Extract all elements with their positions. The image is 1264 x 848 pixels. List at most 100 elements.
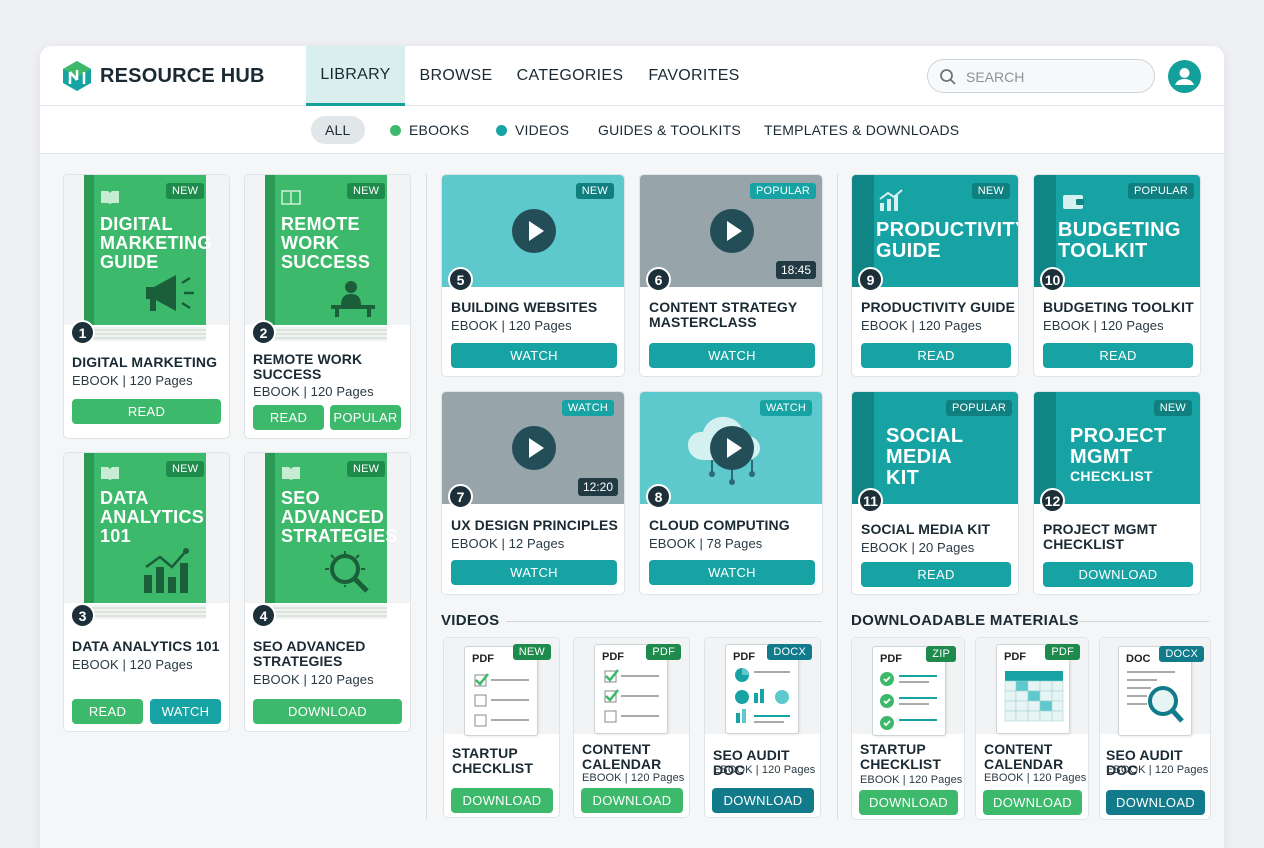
filter-bar: ALL EBOOKS VIDEOS GUIDES & TOOLKITS TEMP… xyxy=(40,106,1224,154)
video-card[interactable]: WATCH 12:20 7 UX DESIGN PRINCIPLES EBOOK… xyxy=(441,391,625,595)
download-button[interactable]: DOWNLOAD xyxy=(1106,790,1205,815)
book-pages xyxy=(76,327,206,341)
book-cover-title: SEO ADVANCED STRATEGIES xyxy=(281,488,398,546)
download-button[interactable]: DOWNLOAD xyxy=(859,790,958,815)
read-button[interactable]: READ xyxy=(1043,343,1193,368)
book-icon xyxy=(282,467,300,480)
guide-cover-title: BUDGETING TOOLKIT xyxy=(1058,219,1181,262)
card-title: DIGITAL MARKETING xyxy=(72,354,218,370)
play-icon[interactable] xyxy=(710,426,754,470)
ebook-card[interactable]: DIGITAL MARKETING GUIDE NEW 1 DIGITAL MA… xyxy=(63,174,230,439)
video-card[interactable]: POPULAR 18:45 6 CONTENT STRATEGY MASTERC… xyxy=(639,174,823,377)
checklist-icon xyxy=(474,673,529,727)
card-title: BUDGETING TOOLKIT xyxy=(1043,299,1194,315)
book-open-icon xyxy=(281,190,301,205)
download-card[interactable]: PDF NEW STARTUP CHECKLIST DOWNLOAD xyxy=(443,637,560,818)
card-meta: EBOOK | 120 Pages xyxy=(860,774,963,786)
filter-videos[interactable]: VIDEOS xyxy=(496,116,569,144)
document-search-icon xyxy=(1127,671,1184,723)
item-number: 9 xyxy=(858,267,883,292)
watch-button[interactable]: WATCH xyxy=(649,343,815,368)
guide-card[interactable]: BUDGETING TOOLKIT POPULAR 10 BUDGETING T… xyxy=(1033,174,1201,377)
card-title: SOCIAL MEDIA KIT xyxy=(861,521,991,537)
video-card[interactable]: WATCH 8 CLOUD COMPUTING EBOOK | 78 Pages… xyxy=(639,391,823,595)
checklist-icon xyxy=(604,669,659,723)
card-meta: EBOOK | 120 Pages xyxy=(72,657,193,672)
search-box[interactable] xyxy=(927,59,1155,93)
watch-button[interactable]: WATCH xyxy=(150,699,221,724)
popular-button[interactable]: POPULAR xyxy=(330,405,401,430)
user-icon xyxy=(1175,68,1194,85)
read-button[interactable]: READ xyxy=(72,399,221,424)
card-meta: EBOOK | 120 Pages xyxy=(713,764,816,776)
card-title: CONTENT CALENDAR xyxy=(582,741,662,772)
download-button[interactable]: DOWNLOAD xyxy=(983,790,1082,815)
ebook-card[interactable]: DATA ANALYTICS 101 NEW 3 DATA ANALYTICS … xyxy=(63,452,230,732)
new-badge: NEW xyxy=(166,183,205,199)
watch-button[interactable]: WATCH xyxy=(451,343,617,368)
filter-videos-label: VIDEOS xyxy=(515,122,570,138)
card-meta: EBOOK | 12 Pages xyxy=(451,536,565,551)
download-card[interactable]: PDF DOCX SEO AUDIT DOC EBOOK | 120 Pages… xyxy=(704,637,821,818)
book-cover-title: DATA ANALYTICS 101 xyxy=(100,488,205,546)
doc-type-label: PDF xyxy=(472,653,494,665)
play-icon[interactable] xyxy=(512,426,556,470)
book-spine xyxy=(84,453,94,603)
read-button[interactable]: READ xyxy=(861,343,1011,368)
item-number: 2 xyxy=(251,320,276,345)
user-avatar[interactable] xyxy=(1168,60,1201,93)
download-card[interactable]: PDF PDF CONTENT CALENDAR EBOOK | 120 Pag… xyxy=(573,637,690,818)
download-card[interactable]: PDF PDF CONTENT CALENDAR EBOOK | 120 Pag… xyxy=(975,637,1089,820)
person-desk-icon xyxy=(331,281,375,317)
item-number: 11 xyxy=(858,488,883,513)
filter-guides[interactable]: GUIDES & TOOLKITS xyxy=(598,116,741,144)
docx-badge: DOCX xyxy=(767,644,812,660)
book-spine xyxy=(265,175,275,325)
card-title: UX DESIGN PRINCIPLES xyxy=(451,517,618,533)
download-button[interactable]: DOWNLOAD xyxy=(581,788,683,813)
new-badge: NEW xyxy=(166,461,205,477)
book-cover-title: REMOTE WORK SUCCESS xyxy=(281,214,371,272)
guide-card[interactable]: PRODUCTIVITY GUIDE NEW 9 PRODUCTIVITY GU… xyxy=(851,174,1019,377)
download-button[interactable]: DOWNLOAD xyxy=(712,788,814,813)
nav-tab-browse[interactable]: BROWSE xyxy=(410,46,502,106)
download-button[interactable]: DOWNLOAD xyxy=(1043,562,1193,587)
video-duration: 12:20 xyxy=(577,478,618,496)
filter-templates[interactable]: TEMPLATES & DOWNLOADS xyxy=(764,116,959,144)
card-meta: EBOOK | 120 Pages xyxy=(451,318,572,333)
popular-badge: POPULAR xyxy=(1128,183,1194,199)
guide-cover-title: PRODUCTIVITY GUIDE xyxy=(876,219,1019,262)
watch-button[interactable]: WATCH xyxy=(649,560,815,585)
app-window: RESOURCE HUB LIBRARY BROWSE CATEGORIES F… xyxy=(40,46,1224,848)
nav-tab-library[interactable]: LIBRARY xyxy=(306,46,405,106)
read-button[interactable]: READ xyxy=(72,699,143,724)
ebook-card[interactable]: REMOTE WORK SUCCESS NEW 2 REMOTE WORK SU… xyxy=(244,174,411,439)
guide-card[interactable]: PROJECT MGMT CHECKLIST NEW 12 PROJECT MG… xyxy=(1033,391,1201,595)
item-number: 6 xyxy=(646,267,671,292)
book-spine xyxy=(265,453,275,603)
ebook-card[interactable]: SEO ADVANCED STRATEGIES NEW 4 SEO ADVANC… xyxy=(244,452,411,732)
nav-tab-categories[interactable]: CATEGORIES xyxy=(510,46,630,106)
column-divider xyxy=(837,174,838,819)
video-card[interactable]: NEW 5 BUILDING WEBSITES EBOOK | 120 Page… xyxy=(441,174,625,377)
card-meta: EBOOK | 120 Pages xyxy=(984,772,1087,784)
card-title: DATA ANALYTICS 101 xyxy=(72,638,220,654)
nav-tab-favorites[interactable]: FAVORITES xyxy=(640,46,748,106)
card-meta: EBOOK | 78 Pages xyxy=(649,536,763,551)
play-icon[interactable] xyxy=(512,209,556,253)
read-button[interactable]: READ xyxy=(253,405,324,430)
download-card[interactable]: PDF ZIP STARTUP CHECKLIST EBOOK | 120 Pa… xyxy=(851,637,965,820)
play-icon[interactable] xyxy=(710,209,754,253)
popular-badge: POPULAR xyxy=(750,183,816,199)
download-button[interactable]: DOWNLOAD xyxy=(253,699,402,724)
doc-type-label: DOC xyxy=(1126,653,1151,665)
download-card[interactable]: DOC DOCX SEO AUDIT DOC EBOOK | 120 Pages… xyxy=(1099,637,1211,820)
guide-cover-title: PROJECT MGMT xyxy=(1070,425,1167,468)
download-button[interactable]: DOWNLOAD xyxy=(451,788,553,813)
guide-card[interactable]: SOCIAL MEDIA KIT POPULAR 11 SOCIAL MEDIA… xyxy=(851,391,1019,595)
filter-all[interactable]: ALL xyxy=(311,116,365,144)
filter-ebooks[interactable]: EBOOKS xyxy=(390,116,469,144)
search-input[interactable] xyxy=(966,67,1146,87)
watch-button[interactable]: WATCH xyxy=(451,560,617,585)
read-button[interactable]: READ xyxy=(861,562,1011,587)
